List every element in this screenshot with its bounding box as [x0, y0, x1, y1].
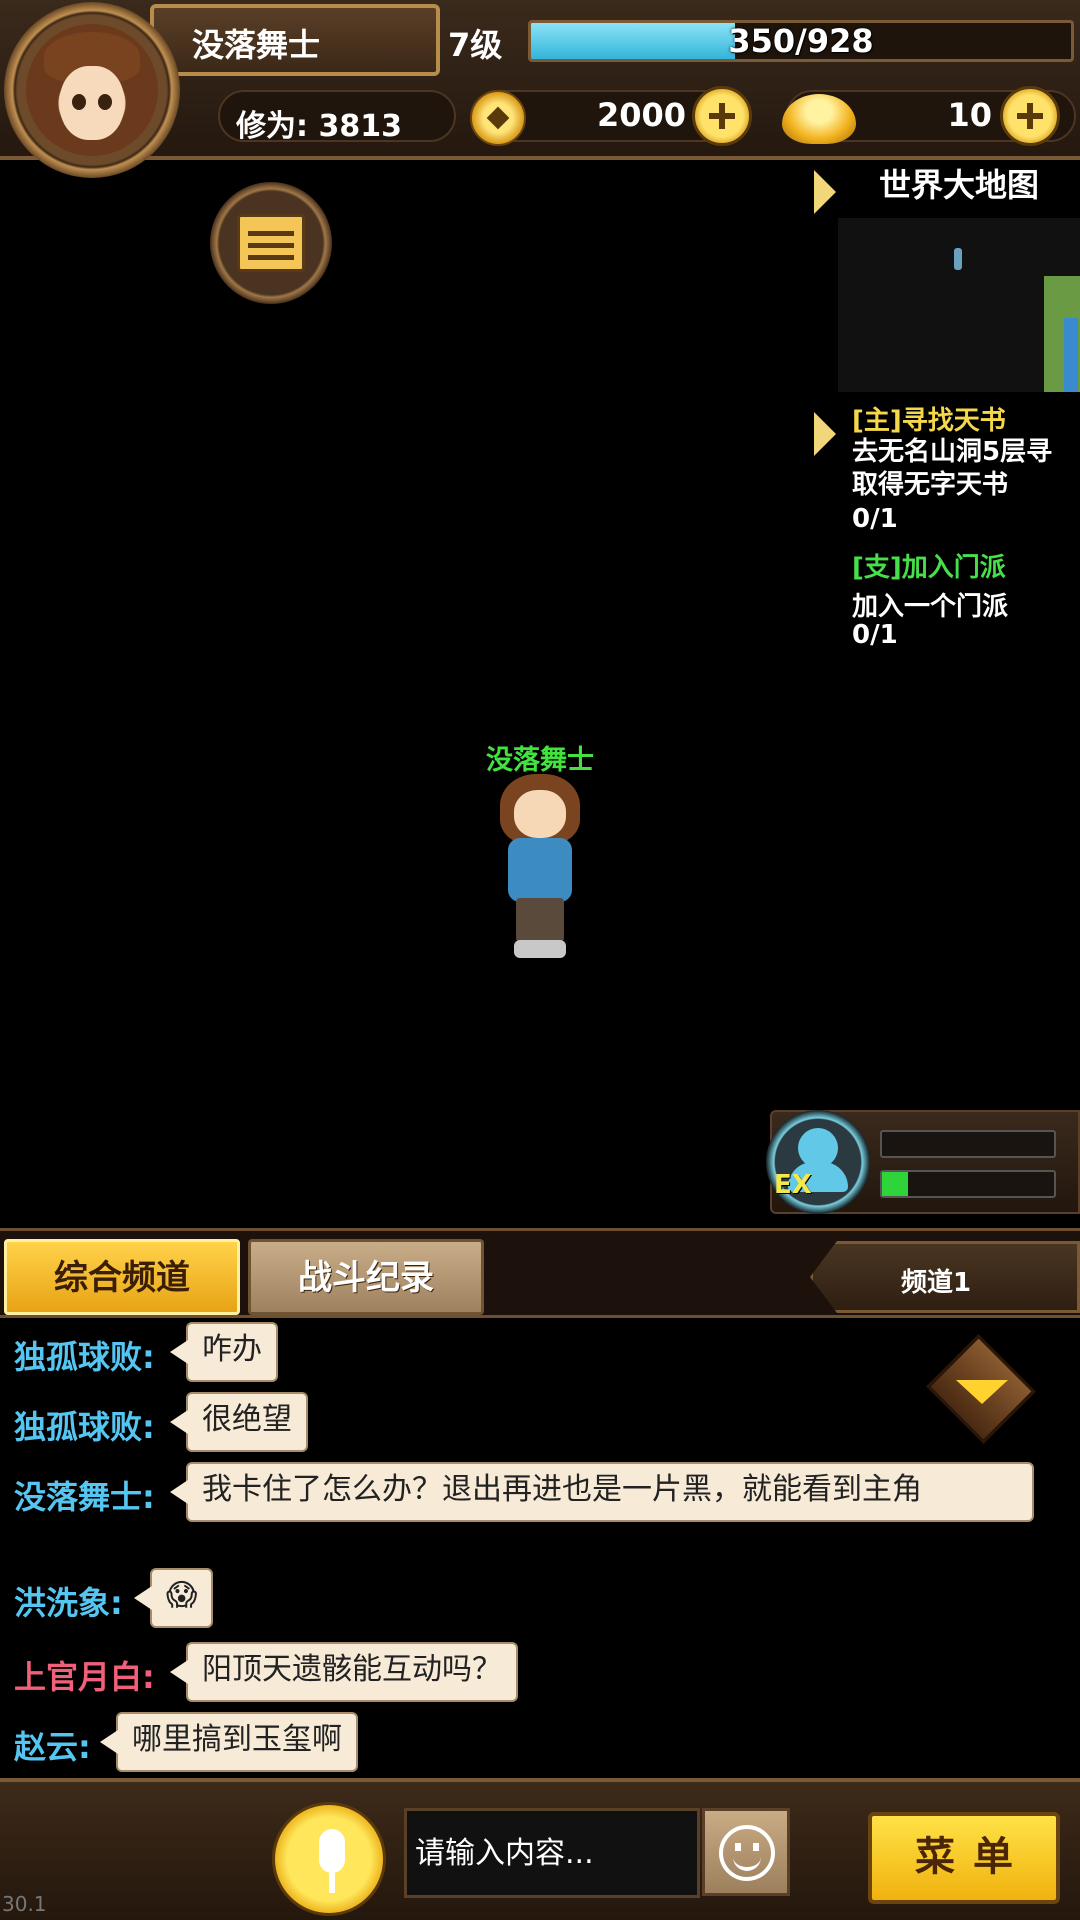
voice-input-button[interactable]	[272, 1802, 386, 1916]
collapse-chat-button[interactable]	[922, 1334, 1040, 1444]
chat-tab-bar: 综合频道 战斗纪录 频道1	[0, 1228, 1080, 1318]
ex-skill-button[interactable]: EX	[766, 1110, 870, 1214]
chat-sender[interactable]: 上官月白:	[14, 1652, 155, 1698]
chat-bubble: 哪里搞到玉玺啊	[100, 1712, 358, 1772]
sprite-body	[508, 838, 572, 902]
chat-sender[interactable]: 没落舞士:	[14, 1472, 155, 1518]
tab-combat-log[interactable]: 战斗纪录	[248, 1239, 484, 1315]
emoji-button[interactable]	[702, 1808, 790, 1896]
exp-text: 350/928	[728, 22, 874, 60]
chat-bubble: 阳顶天遗骸能互动吗？	[170, 1642, 518, 1702]
main-quest-title[interactable]: [主]寻找天书	[852, 400, 1006, 437]
chat-input[interactable]	[404, 1808, 700, 1898]
minimap[interactable]	[838, 218, 1080, 392]
avatar-eye-left	[72, 94, 86, 110]
sprite-face	[514, 790, 566, 838]
player-avatar-button[interactable]	[4, 2, 180, 178]
channel-selector-button[interactable]: 频道1	[810, 1241, 1080, 1313]
coin-value: 2000	[596, 96, 686, 134]
sprite-boots	[514, 940, 566, 958]
add-coins-button[interactable]	[692, 86, 752, 146]
world-map-title[interactable]: 世界大地图	[838, 160, 1080, 206]
map-toggle-arrow-icon[interactable]	[814, 170, 836, 214]
chat-sender[interactable]: 独孤球败:	[14, 1332, 155, 1378]
player-level: 7级	[448, 26, 503, 64]
calendar-button[interactable]	[210, 182, 332, 304]
smiley-icon	[719, 1825, 775, 1881]
side-quest-description[interactable]: 加入一个门派	[852, 586, 1008, 623]
channel-label: 频道1	[901, 1268, 972, 1298]
side-quest-title[interactable]: [支]加入门派	[852, 547, 1006, 584]
avatar-eye-right	[98, 94, 112, 110]
chat-bubble: 很绝望	[170, 1392, 308, 1452]
chat-bubble: 咋办	[170, 1322, 278, 1382]
chevron-down-icon	[956, 1380, 1008, 1404]
ex-label: EX	[774, 1170, 812, 1200]
main-quest-description[interactable]: 去无名山洞5层寻取得无字天书	[852, 436, 1078, 502]
name-plate: 没落舞士	[150, 4, 440, 76]
ex-bar-bottom-fill	[882, 1172, 908, 1196]
ex-bar-top	[880, 1130, 1056, 1158]
menu-button[interactable]: 菜单	[868, 1812, 1060, 1904]
chat-sender[interactable]: 洪洗象:	[14, 1578, 123, 1624]
copper-coin-icon	[470, 90, 526, 146]
minimap-player-marker	[954, 248, 962, 270]
quest-toggle-arrow-icon[interactable]	[814, 412, 836, 456]
sprite-legs	[516, 898, 564, 942]
player-character-sprite[interactable]	[490, 772, 590, 962]
main-quest-progress: 0/1	[852, 504, 898, 534]
cultivation-value: 修为: 3813	[236, 109, 402, 144]
avatar-face	[60, 66, 124, 140]
ex-bar-bottom	[880, 1170, 1056, 1198]
chat-sender[interactable]: 赵云:	[14, 1722, 91, 1768]
ingot-value: 10	[947, 96, 992, 134]
exp-bar: 350/928	[528, 20, 1074, 62]
microphone-icon	[319, 1829, 345, 1873]
chat-bubble: 我卡住了怎么办？退出再进也是一片黑，就能看到主角	[170, 1462, 1034, 1522]
tab-general-channel[interactable]: 综合频道	[4, 1239, 240, 1315]
version-label: 30.1	[2, 1892, 47, 1916]
minimap-water	[1064, 318, 1078, 392]
chat-sender[interactable]: 独孤球败:	[14, 1402, 155, 1448]
microphone-stand-icon	[329, 1873, 335, 1893]
avatar	[26, 24, 158, 156]
cultivation-display: 修为: 3813	[218, 90, 456, 144]
player-name: 没落舞士	[192, 26, 321, 64]
add-ingots-button[interactable]	[1000, 86, 1060, 146]
side-quest-progress: 0/1	[852, 620, 898, 650]
chat-bubble: 😱	[133, 1568, 214, 1628]
calendar-icon	[237, 214, 305, 272]
bottom-bar: 菜单	[0, 1778, 1080, 1920]
